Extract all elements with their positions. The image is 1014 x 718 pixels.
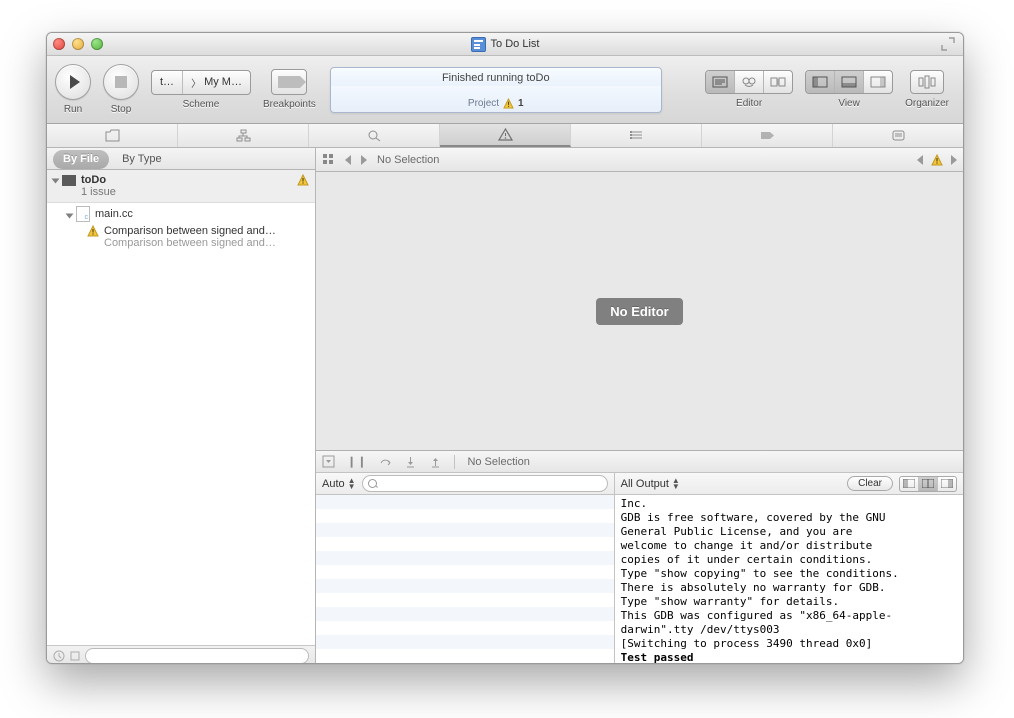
run-button[interactable] (55, 64, 91, 100)
hide-debug-icon[interactable] (322, 455, 335, 468)
variables-list[interactable] (316, 495, 614, 664)
navigator-tabs (47, 124, 963, 148)
scm-icon[interactable] (69, 650, 81, 662)
no-editor-badge: No Editor (596, 298, 683, 325)
file-row[interactable]: main.cc (47, 203, 315, 225)
variables-scope: Auto (322, 478, 345, 490)
related-items-icon[interactable] (322, 153, 335, 166)
clear-button[interactable]: Clear (847, 476, 893, 491)
project-row[interactable]: toDo 1 issue (47, 170, 315, 203)
scheme-selector[interactable]: t… 〉My M… (151, 70, 251, 95)
lcd-status: Finished running toDo (331, 72, 661, 84)
pause-icon[interactable]: ❙❙ (347, 455, 367, 468)
scheme-target: t… (160, 76, 174, 88)
stop-icon (115, 76, 127, 88)
warning-icon (297, 174, 309, 186)
console-left-icon[interactable] (900, 477, 919, 491)
variables-pane: Auto ▲▼ (316, 473, 615, 664)
issue-detail: Comparison between signed and… (104, 237, 315, 249)
project-issue-count: 1 issue (81, 186, 297, 198)
navigator-sidebar: By File By Type toDo 1 issue main.cc (47, 148, 316, 664)
run-label: Run (64, 104, 82, 115)
navigator-filter-input[interactable] (85, 648, 309, 664)
project-icon (471, 37, 486, 52)
recent-icon[interactable] (53, 650, 65, 662)
nav-debug-icon[interactable] (571, 124, 702, 147)
scheme-label: Scheme (183, 99, 220, 110)
debug-area: ❙❙ No Selection Auto ▲▼ (316, 450, 963, 664)
jumpbar-path: No Selection (377, 154, 439, 166)
view-label: View (838, 98, 860, 109)
console-right-icon[interactable] (938, 477, 956, 491)
editor-label: Editor (736, 98, 762, 109)
editor-version-icon[interactable] (764, 71, 792, 93)
warning-icon (87, 225, 99, 237)
organizer-label: Organizer (905, 98, 949, 109)
debug-thread: No Selection (467, 456, 529, 468)
fullscreen-icon[interactable] (941, 37, 955, 51)
tab-by-file[interactable]: By File (53, 150, 109, 169)
tab-by-type[interactable]: By Type (112, 150, 172, 169)
editor-assistant-icon[interactable] (735, 71, 764, 93)
play-icon (70, 75, 80, 89)
step-over-icon[interactable] (379, 455, 392, 468)
view-utilities-icon[interactable] (864, 71, 892, 93)
debug-bar: ❙❙ No Selection (316, 451, 963, 473)
lcd-project-label: Project (468, 98, 499, 109)
view-selector[interactable] (805, 70, 893, 94)
nav-log-icon[interactable] (833, 124, 963, 147)
console-both-icon[interactable] (919, 477, 938, 491)
navigator-footer (47, 645, 315, 664)
stop-button[interactable] (103, 64, 139, 100)
back-icon[interactable] (345, 155, 351, 165)
editor-area: No Editor (316, 172, 963, 450)
organizer-button[interactable] (910, 70, 944, 94)
activity-lcd: Finished running toDo Project 1 (330, 67, 662, 113)
breakpoint-icon (278, 76, 300, 88)
breakpoints-label: Breakpoints (263, 99, 316, 110)
scheme-destination: My M… (204, 76, 242, 88)
console-view-selector[interactable] (899, 476, 957, 492)
step-out-icon[interactable] (429, 455, 442, 468)
step-in-icon[interactable] (404, 455, 417, 468)
app-window: To Do List Run Stop t… 〉My M… Scheme Bre… (46, 32, 964, 664)
console-scope: All Output (621, 478, 669, 490)
next-issue-icon[interactable] (951, 155, 957, 165)
console-pane: All Output ▲▼ Clear Inc.GDB is fre (615, 473, 963, 664)
variables-scope-selector[interactable]: Auto ▲▼ (322, 478, 356, 490)
prev-issue-icon[interactable] (917, 155, 923, 165)
editor-mode-selector[interactable] (705, 70, 793, 94)
nav-project-icon[interactable] (47, 124, 178, 147)
source-file-icon (76, 206, 90, 222)
project-badge-icon (62, 175, 76, 186)
variables-search-input[interactable] (362, 475, 608, 492)
lcd-issue-count: 1 (518, 98, 524, 109)
view-navigator-icon[interactable] (806, 71, 835, 93)
console-output[interactable]: Inc.GDB is free software, covered by the… (615, 495, 963, 664)
issue-filter-tabs: By File By Type (47, 148, 315, 170)
warning-icon (931, 154, 943, 166)
toolbar: Run Stop t… 〉My M… Scheme Breakpoints Fi… (47, 56, 963, 124)
issue-tree[interactable]: toDo 1 issue main.cc Comparison between … (47, 170, 315, 645)
breakpoints-button[interactable] (271, 69, 307, 95)
project-name: toDo (81, 174, 297, 186)
view-debug-icon[interactable] (835, 71, 864, 93)
window-title: To Do List (491, 38, 540, 50)
file-name: main.cc (95, 208, 133, 220)
stop-label: Stop (111, 104, 132, 115)
nav-issues-icon[interactable] (440, 124, 571, 147)
nav-search-icon[interactable] (309, 124, 440, 147)
jump-bar: No Selection (316, 148, 963, 172)
warning-icon (503, 98, 514, 109)
forward-icon[interactable] (361, 155, 367, 165)
titlebar: To Do List (47, 33, 963, 56)
nav-breakpoint-icon[interactable] (702, 124, 833, 147)
editor-standard-icon[interactable] (706, 71, 735, 93)
issue-row[interactable]: Comparison between signed and… Compariso… (47, 225, 315, 249)
console-scope-selector[interactable]: All Output ▲▼ (621, 478, 680, 490)
issue-text: Comparison between signed and… (104, 225, 315, 237)
nav-symbol-icon[interactable] (178, 124, 309, 147)
